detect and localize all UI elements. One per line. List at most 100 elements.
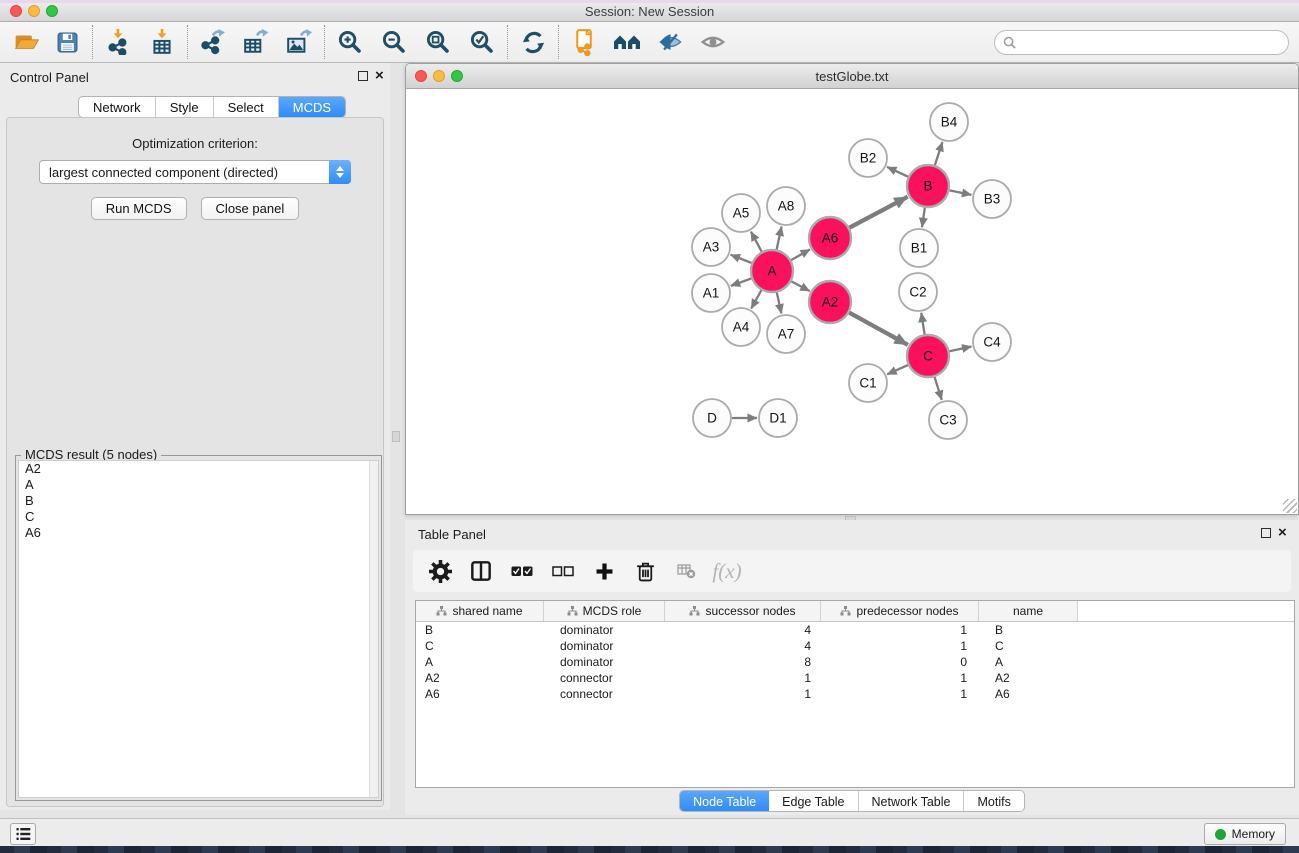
table-cell[interactable]: C	[979, 638, 1078, 654]
table-cell[interactable]: A6	[979, 686, 1078, 702]
graph-edge-C-C4[interactable]	[949, 346, 971, 351]
graph-edge-A6-B[interactable]	[849, 197, 907, 228]
tab-network-table[interactable]: Network Table	[859, 791, 965, 811]
new-network-from-file-button[interactable]	[567, 25, 601, 59]
mcds-result-item[interactable]: A2	[19, 461, 378, 477]
graph-edge-B-B4[interactable]	[935, 142, 943, 165]
graph-node-B1[interactable]: B1	[900, 229, 938, 267]
table-row[interactable]: Bdominator41B	[416, 622, 1294, 638]
unselect-all-columns-button[interactable]	[550, 557, 576, 585]
memory-button[interactable]: Memory	[1204, 823, 1286, 845]
graph-edge-C-C2[interactable]	[921, 313, 924, 335]
column-header-predecessor-nodes[interactable]: predecessor nodes	[821, 601, 979, 621]
select-all-columns-button[interactable]	[509, 557, 535, 585]
task-history-button[interactable]	[10, 823, 36, 845]
zoom-in-button[interactable]	[333, 25, 367, 59]
graph-edge-A-A7[interactable]	[777, 292, 782, 313]
graph-node-A1[interactable]: A1	[692, 274, 730, 312]
table-cell[interactable]: A2	[416, 670, 544, 686]
graph-node-A8[interactable]: A8	[767, 187, 805, 225]
close-table-panel-icon[interactable]: ×	[1278, 524, 1287, 541]
graph-edge-A-A3[interactable]	[731, 255, 752, 263]
graph-edge-B-B3[interactable]	[950, 190, 972, 194]
graph-edge-A2-C[interactable]	[849, 313, 908, 345]
table-cell[interactable]: 4	[665, 622, 821, 638]
table-cell[interactable]: A	[416, 654, 544, 670]
table-row[interactable]: A6connector11A6	[416, 686, 1294, 702]
search-field[interactable]	[994, 30, 1289, 55]
export-image-button[interactable]	[282, 25, 316, 59]
table-cell[interactable]: 1	[821, 622, 979, 638]
table-cell[interactable]: 0	[821, 654, 979, 670]
graph-node-A[interactable]: A	[751, 250, 793, 292]
graph-edge-C-C1[interactable]	[887, 365, 908, 374]
graph-edge-A-A1[interactable]	[731, 278, 752, 285]
tab-motifs[interactable]: Motifs	[964, 791, 1023, 811]
delete-column-button[interactable]	[632, 557, 658, 585]
table-cell[interactable]: connector	[544, 670, 665, 686]
export-network-button[interactable]	[196, 25, 230, 59]
graph-edge-A-A6[interactable]	[791, 249, 810, 260]
float-table-panel-icon[interactable]	[1261, 528, 1271, 538]
tab-edge-table[interactable]: Edge Table	[769, 791, 858, 811]
table-row[interactable]: A2connector11A2	[416, 670, 1294, 686]
graph-node-C4[interactable]: C4	[973, 323, 1011, 361]
zoom-out-button[interactable]	[377, 25, 411, 59]
network-graph[interactable]: B4B2BB3A8A5A6A3B1AC2A1A2A4A7C4CC1C3DD1	[407, 90, 1297, 514]
hide-panels-button[interactable]	[610, 25, 644, 59]
table-cell[interactable]: B	[979, 622, 1078, 638]
table-cell[interactable]: A	[979, 654, 1078, 670]
close-panel-icon[interactable]: ×	[375, 67, 384, 84]
graph-node-A2[interactable]: A2	[809, 281, 851, 323]
import-table-button[interactable]	[145, 25, 179, 59]
run-mcds-button[interactable]: Run MCDS	[91, 197, 187, 220]
function-builder-button[interactable]: f(x)	[714, 557, 740, 585]
tab-node-table[interactable]: Node Table	[680, 791, 769, 811]
save-session-button[interactable]	[50, 25, 84, 59]
import-network-button[interactable]	[101, 25, 135, 59]
table-cell[interactable]: 1	[821, 670, 979, 686]
table-cell[interactable]: dominator	[544, 638, 665, 654]
mcds-result-item[interactable]: C	[19, 509, 378, 525]
open-session-button[interactable]	[10, 25, 44, 59]
mcds-result-item[interactable]: A6	[19, 525, 378, 541]
graph-edge-A-A2[interactable]	[791, 281, 809, 291]
column-header-mcds-role[interactable]: MCDS role	[544, 601, 665, 621]
network-window-titlebar[interactable]: testGlobe.txt	[406, 64, 1298, 89]
graph-node-A4[interactable]: A4	[722, 308, 760, 346]
refresh-button[interactable]	[516, 25, 550, 59]
graph-edge-A-A4[interactable]	[751, 290, 761, 308]
float-panel-icon[interactable]	[358, 71, 368, 81]
close-panel-button[interactable]: Close panel	[201, 197, 300, 220]
graph-node-C[interactable]: C	[907, 335, 949, 377]
graph-node-A6[interactable]: A6	[809, 217, 851, 259]
graph-node-D1[interactable]: D1	[759, 399, 797, 437]
tab-network[interactable]: Network	[79, 97, 156, 117]
table-cell[interactable]: 1	[665, 670, 821, 686]
graph-node-C2[interactable]: C2	[899, 273, 937, 311]
network-canvas[interactable]: B4B2BB3A8A5A6A3B1AC2A1A2A4A7C4CC1C3DD1	[407, 90, 1297, 514]
table-cell[interactable]: connector	[544, 686, 665, 702]
column-header-shared-name[interactable]: shared name	[416, 601, 544, 621]
table-cell[interactable]: 8	[665, 654, 821, 670]
table-cell[interactable]: B	[416, 622, 544, 638]
table-cell[interactable]: 4	[665, 638, 821, 654]
show-columns-button[interactable]	[468, 557, 494, 585]
graph-edge-B-B2[interactable]	[887, 167, 908, 177]
tab-style[interactable]: Style	[156, 97, 214, 117]
search-input[interactable]	[1021, 35, 1280, 49]
tab-select[interactable]: Select	[214, 97, 279, 117]
table-row[interactable]: Adominator80A	[416, 654, 1294, 670]
table-row[interactable]: Cdominator41C	[416, 638, 1294, 654]
graph-node-B[interactable]: B	[907, 165, 949, 207]
toggle-bird-view-button[interactable]	[653, 25, 687, 59]
graph-node-A3[interactable]: A3	[692, 228, 730, 266]
table-cell[interactable]: dominator	[544, 622, 665, 638]
graph-node-A5[interactable]: A5	[722, 194, 760, 232]
splitter-handle-vertical[interactable]	[392, 431, 400, 442]
graph-node-B4[interactable]: B4	[930, 103, 968, 141]
zoom-fit-button[interactable]	[421, 25, 455, 59]
table-cell[interactable]: 1	[665, 686, 821, 702]
graph-edge-A-A8[interactable]	[777, 227, 782, 250]
graph-node-B2[interactable]: B2	[849, 139, 887, 177]
